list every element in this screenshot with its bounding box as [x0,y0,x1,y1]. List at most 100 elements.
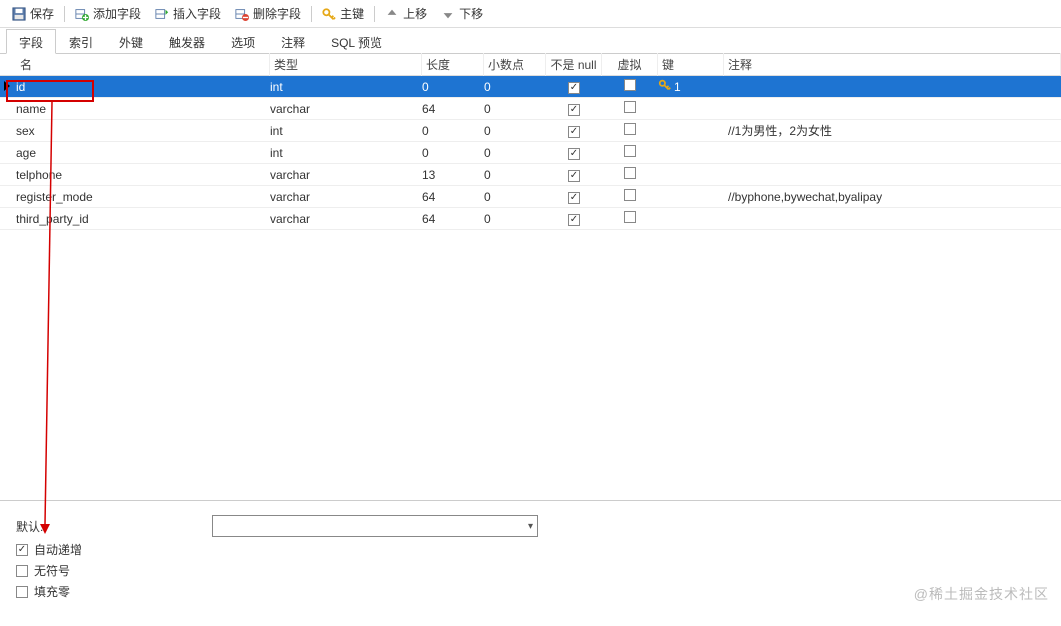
cell-virtual[interactable] [602,211,658,226]
cell-not-null[interactable] [546,79,602,94]
tab-item[interactable]: 外键 [106,29,156,54]
virtual-checkbox[interactable] [624,145,636,157]
chevron-down-icon: ▾ [528,521,533,532]
cell-decimal[interactable]: 0 [484,80,546,94]
move-down-button[interactable]: 下移 [435,3,489,24]
not-null-checkbox[interactable] [568,148,580,160]
cell-type[interactable]: varchar [270,212,422,226]
tab-item[interactable]: 触发器 [156,29,218,54]
cell-type[interactable]: varchar [270,102,422,116]
move-up-label: 上移 [403,5,427,22]
cell-name[interactable]: id [14,80,270,94]
header-key[interactable]: 键 [658,53,724,76]
cell-decimal[interactable]: 0 [484,146,546,160]
table-row[interactable]: register_modevarchar640 //byphone,bywecha… [0,186,1061,208]
add-field-button[interactable]: 添加字段 [69,3,147,24]
header-virtual[interactable]: 虚拟 [602,53,658,76]
not-null-checkbox[interactable] [568,82,580,94]
virtual-checkbox[interactable] [624,189,636,201]
cell-decimal[interactable]: 0 [484,124,546,138]
save-button[interactable]: 保存 [6,3,60,24]
cell-name[interactable]: age [14,146,270,160]
tab-item[interactable]: 字段 [6,29,56,54]
cell-virtual[interactable] [602,101,658,116]
virtual-checkbox[interactable] [624,167,636,179]
not-null-checkbox[interactable] [568,126,580,138]
cell-length[interactable]: 64 [422,102,484,116]
default-value-select[interactable]: ▾ [212,515,538,537]
cell-not-null[interactable] [546,189,602,204]
header-decimal[interactable]: 小数点 [484,53,546,76]
cell-virtual[interactable] [602,189,658,204]
cell-virtual[interactable] [602,79,658,94]
watermark-text: @稀土掘金技术社区 [914,584,1049,604]
cell-name[interactable]: register_mode [14,190,270,204]
cell-type[interactable]: int [270,80,422,94]
cell-length[interactable]: 64 [422,212,484,226]
not-null-checkbox[interactable] [568,192,580,204]
save-icon [12,7,26,21]
cell-key[interactable]: 1 [658,78,724,95]
cell-virtual[interactable] [602,123,658,138]
cell-name[interactable]: telphone [14,168,270,182]
header-comment[interactable]: 注释 [724,53,1061,76]
cell-comment[interactable]: //byphone,bywechat,byalipay [724,190,1061,204]
table-row[interactable]: idint001 [0,76,1061,98]
key-icon [658,78,672,95]
cell-type[interactable]: int [270,124,422,138]
table-row[interactable]: ageint00 [0,142,1061,164]
insert-field-button[interactable]: 插入字段 [149,3,227,24]
cell-comment[interactable]: //1为男性，2为女性 [724,122,1061,139]
cell-type[interactable]: varchar [270,190,422,204]
table-row[interactable]: sexint00//1为男性，2为女性 [0,120,1061,142]
cell-virtual[interactable] [602,145,658,160]
auto-increment-checkbox[interactable] [16,544,28,556]
cell-length[interactable]: 64 [422,190,484,204]
cell-name[interactable]: name [14,102,270,116]
cell-decimal[interactable]: 0 [484,168,546,182]
not-null-checkbox[interactable] [568,214,580,226]
cell-name[interactable]: sex [14,124,270,138]
cell-length[interactable]: 0 [422,146,484,160]
delete-field-button[interactable]: 删除字段 [229,3,307,24]
virtual-checkbox[interactable] [624,123,636,135]
cell-decimal[interactable]: 0 [484,102,546,116]
default-label: 默认: [16,518,206,535]
cell-name[interactable]: third_party_id [14,212,270,226]
header-length[interactable]: 长度 [422,53,484,76]
not-null-checkbox[interactable] [568,170,580,182]
cell-length[interactable]: 13 [422,168,484,182]
cell-decimal[interactable]: 0 [484,190,546,204]
cell-type[interactable]: int [270,146,422,160]
add-field-label: 添加字段 [93,5,141,22]
unsigned-checkbox[interactable] [16,565,28,577]
toolbar-separator [374,6,375,22]
header-name[interactable]: 名 [14,53,270,76]
zerofill-checkbox[interactable] [16,586,28,598]
cell-type[interactable]: varchar [270,168,422,182]
cell-not-null[interactable] [546,211,602,226]
virtual-checkbox[interactable] [624,79,636,91]
table-row[interactable]: namevarchar640 [0,98,1061,120]
header-not-null[interactable]: 不是 null [546,53,602,76]
tab-item[interactable]: SQL 预览 [318,29,395,54]
tab-item[interactable]: 索引 [56,29,106,54]
cell-not-null[interactable] [546,145,602,160]
tab-item[interactable]: 注释 [268,29,318,54]
virtual-checkbox[interactable] [624,211,636,223]
virtual-checkbox[interactable] [624,101,636,113]
cell-decimal[interactable]: 0 [484,212,546,226]
cell-length[interactable]: 0 [422,80,484,94]
table-row[interactable]: telphonevarchar130 [0,164,1061,186]
cell-not-null[interactable] [546,101,602,116]
table-row[interactable]: third_party_idvarchar640 [0,208,1061,230]
cell-not-null[interactable] [546,167,602,182]
tab-item[interactable]: 选项 [218,29,268,54]
move-up-button[interactable]: 上移 [379,3,433,24]
cell-virtual[interactable] [602,167,658,182]
cell-length[interactable]: 0 [422,124,484,138]
not-null-checkbox[interactable] [568,104,580,116]
cell-not-null[interactable] [546,123,602,138]
header-type[interactable]: 类型 [270,53,422,76]
primary-key-button[interactable]: 主键 [316,3,370,24]
